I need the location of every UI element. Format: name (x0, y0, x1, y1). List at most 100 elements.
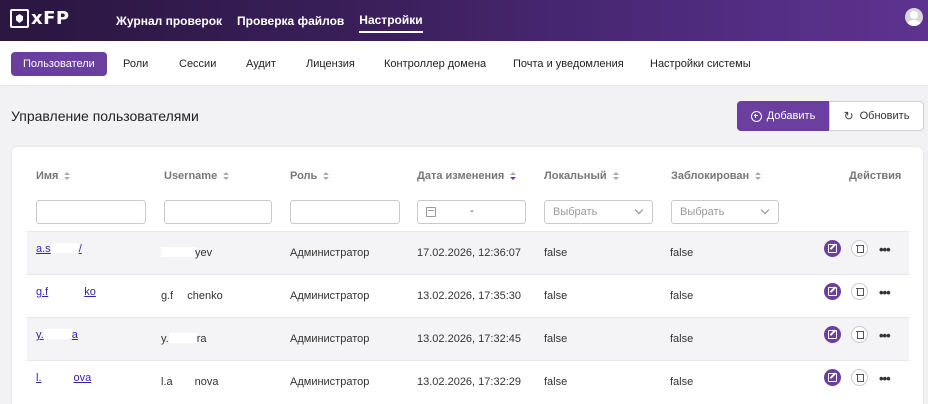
username-cell: yev (161, 247, 212, 259)
username-cell: l.a nova (161, 376, 218, 388)
chevron-down-icon (634, 205, 644, 215)
refresh-button-label: Обновить (859, 110, 910, 122)
add-button[interactable]: Добавить (737, 101, 829, 131)
top-nav: Журнал проверок Проверка файлов Настройк… (116, 0, 423, 41)
date-range-separator: - (470, 205, 474, 217)
topnav-item-settings[interactable]: Настройки (359, 9, 423, 33)
delete-icon[interactable] (851, 283, 868, 300)
tab-mail-notifications[interactable]: Почта и уведомления (513, 52, 624, 76)
user-name-link[interactable]: a.s / (36, 243, 82, 255)
refresh-button[interactable]: ↻ Обновить (829, 101, 924, 131)
sort-icon[interactable] (64, 172, 71, 180)
username-end: chenko (187, 290, 223, 302)
username-end: ra (196, 333, 207, 345)
logo[interactable]: xFP (10, 8, 70, 29)
user-name-start: a.s (36, 243, 51, 255)
user-name-end: ova (73, 372, 92, 384)
blocked-cell: false (670, 333, 694, 345)
plus-circle-icon (750, 110, 762, 122)
tab-audit[interactable]: Аудит (246, 52, 276, 76)
user-name-link[interactable]: y. a (36, 329, 78, 341)
user-name-end: ko (84, 286, 96, 298)
user-name-end: a (71, 329, 78, 341)
edit-icon[interactable] (824, 369, 841, 386)
column-header-local[interactable]: Локальный (544, 170, 619, 182)
column-header-modified[interactable]: Дата изменения (417, 170, 517, 182)
more-icon[interactable]: ••• (879, 285, 891, 300)
tab-users[interactable]: Пользователи (11, 52, 107, 76)
delete-icon[interactable] (851, 326, 868, 343)
delete-icon[interactable] (851, 240, 868, 257)
username-end: nova (194, 376, 219, 388)
local-cell: false (544, 247, 568, 259)
sort-icon[interactable] (323, 172, 330, 180)
topnav-item-file-check[interactable]: Проверка файлов (237, 10, 344, 32)
table-row[interactable]: y. a y. ra Администратор 13.02.2026, 17:32… (27, 317, 909, 360)
username-cell: y. ra (161, 333, 207, 345)
username-start: l.a (161, 376, 173, 388)
username-end: yev (195, 247, 213, 259)
chevron-down-icon (760, 205, 770, 215)
blocked-cell: false (670, 290, 694, 302)
column-header-username-label: Username (164, 170, 218, 182)
tab-license[interactable]: Лицензия (306, 52, 355, 76)
blocked-filter-placeholder: Выбрать (680, 206, 725, 218)
sort-icon[interactable] (755, 172, 762, 180)
local-filter-select[interactable]: Выбрать (544, 200, 653, 224)
column-header-name-label: Имя (36, 170, 59, 182)
user-name-start: y. (36, 329, 44, 341)
column-header-name[interactable]: Имя (36, 170, 71, 182)
tab-roles[interactable]: Роли (123, 52, 148, 76)
sort-icon[interactable] (510, 172, 517, 180)
blocked-filter-select[interactable]: Выбрать (671, 200, 779, 224)
username-filter-input[interactable] (164, 200, 272, 224)
username-start: y. (161, 333, 169, 345)
name-filter-input[interactable] (36, 200, 146, 224)
sort-icon[interactable] (612, 172, 619, 180)
more-icon[interactable]: ••• (879, 328, 891, 343)
role-cell: Администратор (290, 290, 370, 302)
delete-icon[interactable] (851, 369, 868, 386)
local-cell: false (544, 376, 568, 388)
topnav-item-journal[interactable]: Журнал проверок (116, 10, 222, 32)
logo-shield-icon (10, 9, 29, 28)
tab-system-settings[interactable]: Настройки системы (650, 52, 751, 76)
user-name-end: / (78, 243, 82, 255)
table-row[interactable]: l. ova l.a nova Администратор 13.02.2026, … (27, 360, 909, 403)
tab-domain-controller[interactable]: Контроллер домена (384, 52, 486, 76)
settings-tabs: Пользователи Роли Сессии Аудит Лицензия … (0, 41, 928, 86)
table-row[interactable]: g.f ko g.f chenko Администратор 13.02.2026… (27, 274, 909, 317)
edit-icon[interactable] (824, 283, 841, 300)
table-row[interactable]: a.s / yev Администратор 17.02.2026, 12:36… (27, 231, 909, 274)
edit-icon[interactable] (824, 326, 841, 343)
username-start: g.f (161, 290, 174, 302)
modified-date-cell: 13.02.2026, 17:32:45 (417, 333, 521, 345)
modified-date-cell: 13.02.2026, 17:32:29 (417, 376, 521, 388)
page-title: Управление пользователями (11, 108, 199, 124)
local-filter-placeholder: Выбрать (553, 206, 598, 218)
more-icon[interactable]: ••• (879, 371, 891, 386)
column-header-blocked[interactable]: Заблокирован (671, 170, 762, 182)
column-header-actions: Действия (849, 170, 902, 182)
user-name-link[interactable]: g.f ko (36, 286, 96, 298)
avatar-icon[interactable] (905, 8, 923, 26)
date-range-filter[interactable]: - (417, 200, 526, 224)
edit-icon[interactable] (824, 240, 841, 257)
add-button-label: Добавить (766, 110, 816, 122)
role-cell: Администратор (290, 333, 370, 345)
username-cell: g.f chenko (161, 290, 223, 302)
logo-text: xFP (31, 8, 70, 29)
more-icon[interactable]: ••• (879, 242, 891, 257)
tab-sessions[interactable]: Сессии (179, 52, 216, 76)
column-header-role-label: Роль (290, 170, 318, 182)
user-name-start: g.f (36, 286, 49, 298)
sort-icon[interactable] (223, 172, 230, 180)
role-filter-input[interactable] (290, 200, 400, 224)
column-header-role[interactable]: Роль (290, 170, 330, 182)
top-bar: xFP Журнал проверок Проверка файлов Наст… (0, 0, 928, 41)
role-cell: Администратор (290, 376, 370, 388)
column-header-blocked-label: Заблокирован (671, 170, 750, 182)
role-cell: Администратор (290, 247, 370, 259)
user-name-link[interactable]: l. ova (36, 372, 91, 384)
column-header-username[interactable]: Username (164, 170, 230, 182)
